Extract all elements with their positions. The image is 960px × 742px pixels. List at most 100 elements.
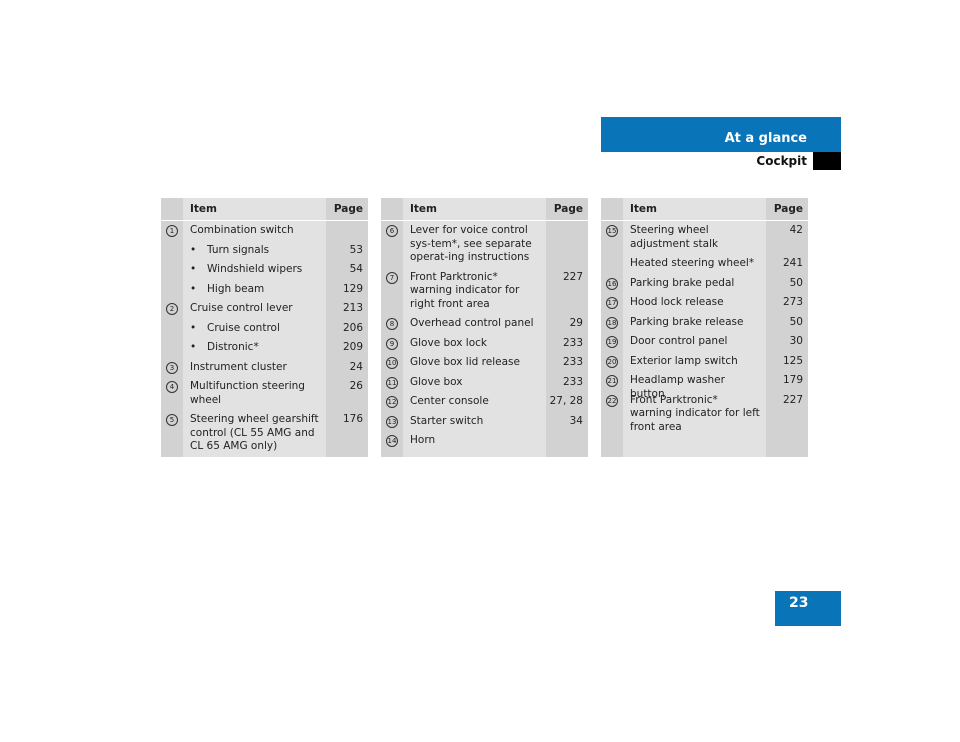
item-description: Glove box	[403, 373, 546, 393]
table-row: 4 Multifunction steering wheel 26	[161, 377, 368, 410]
cockpit-table-1: Item Page 1 Combination switch • Turn signa…	[161, 198, 368, 457]
table-rows: 15 Steering wheel adjustment stalk 42 Heate…	[601, 221, 808, 433]
section-header-bar: At a glance	[601, 117, 841, 152]
table-row: 19 Door control panel 30	[601, 332, 808, 352]
bullet-icon: •	[190, 321, 197, 334]
item-description: Steering wheel adjustment stalk	[623, 221, 766, 254]
table-row: • Windshield wipers 54	[161, 260, 368, 280]
page-number-box: 23	[775, 591, 841, 626]
item-number-cell: 16	[601, 274, 623, 294]
table-row: 6 Lever for voice control sys-tem*, see s…	[381, 221, 588, 268]
item-label: Glove box	[410, 375, 463, 388]
item-number-cell: 4	[161, 377, 183, 410]
item-number-cell: 14	[381, 431, 403, 451]
table-rows: 6 Lever for voice control sys-tem*, see s…	[381, 221, 588, 451]
item-label: Parking brake release	[630, 315, 744, 328]
circled-number-icon: 18	[606, 316, 618, 329]
item-label: Center console	[410, 395, 489, 407]
circled-number-icon: 21	[606, 375, 618, 387]
circled-number-icon: 19	[606, 336, 618, 348]
page-reference: 273	[782, 296, 803, 308]
item-description: Starter switch	[403, 412, 546, 432]
subsection-label: Cockpit	[756, 154, 807, 168]
page-reference: 50	[789, 315, 803, 328]
item-label: High beam	[207, 282, 265, 295]
item-number-cell: 2	[161, 299, 183, 319]
page-reference: 209	[342, 341, 363, 353]
table-row: 22 Front Parktronic* warning indicator fo…	[601, 391, 808, 433]
circled-number-icon: 1	[166, 225, 178, 237]
section-title: At a glance	[724, 131, 807, 146]
item-label: Cruise control lever	[190, 302, 293, 314]
cockpit-table-3: Item Page 15 Steering wheel adjustment st…	[601, 198, 808, 457]
page-column-header: Page	[773, 203, 803, 215]
item-number-cell: 18	[601, 313, 623, 333]
item-label: Multifunction steering wheel	[190, 380, 305, 406]
page-reference: 42	[789, 224, 803, 236]
item-label: Glove box lid release	[410, 356, 520, 368]
page-reference: 129	[342, 282, 363, 295]
item-number-cell	[161, 319, 183, 339]
subsection-title: Cockpit	[601, 152, 813, 170]
table-row: 14 Horn	[381, 431, 588, 451]
table-row: 1 Combination switch	[161, 221, 368, 241]
item-number-cell	[161, 241, 183, 261]
table-row: 5 Steering wheel gearshift control (CL 55…	[161, 410, 368, 457]
item-description: Parking brake release	[623, 313, 766, 333]
page-reference: 233	[562, 375, 583, 388]
item-number-cell: 22	[601, 391, 623, 424]
page-reference	[326, 221, 368, 241]
item-number-cell: 7	[381, 268, 403, 315]
subsection-marker	[813, 152, 841, 170]
item-label: Steering wheel gearshift control (CL 55 …	[190, 413, 319, 452]
item-description: Glove box lid release	[403, 353, 546, 373]
item-number-cell	[161, 260, 183, 280]
table-row: 13 Starter switch 34	[381, 412, 588, 432]
circled-number-icon: 5	[166, 414, 178, 426]
item-description: Combination switch	[183, 221, 326, 241]
item-description: Heated steering wheel*	[623, 254, 766, 274]
item-description: Lever for voice control sys-tem*, see se…	[403, 221, 546, 268]
item-number-cell: 6	[381, 221, 403, 268]
circled-number-icon: 12	[386, 396, 398, 408]
item-description: Door control panel	[623, 332, 766, 352]
circled-number-icon: 2	[166, 303, 178, 315]
item-number-cell: 12	[381, 392, 403, 412]
item-label: Front Parktronic* warning indicator for …	[630, 393, 760, 433]
page-reference: 176	[342, 413, 363, 425]
item-number-cell: 15	[601, 221, 623, 254]
item-number-cell: 20	[601, 352, 623, 372]
item-label: Glove box lock	[410, 336, 488, 349]
item-description: • Distronic*	[183, 338, 326, 358]
item-label: Starter switch	[410, 414, 484, 427]
item-description: Steering wheel gearshift control (CL 55 …	[183, 410, 326, 457]
item-number-cell	[161, 280, 183, 300]
page-reference	[546, 431, 588, 451]
item-label: Distronic*	[207, 341, 259, 353]
item-label: Windshield wipers	[207, 263, 303, 275]
item-label: Hood lock release	[630, 296, 724, 308]
item-column-header: Item	[630, 203, 657, 215]
circled-number-icon: 17	[606, 297, 618, 309]
bullet-icon: •	[190, 282, 197, 295]
item-description: Front Parktronic* warning indicator for …	[623, 391, 766, 433]
page-reference: 241	[782, 257, 803, 269]
table-row: 16 Parking brake pedal 50	[601, 274, 808, 294]
item-description: Overhead control panel	[403, 314, 546, 334]
page-reference: 34	[569, 414, 583, 427]
item-label: Lever for voice control sys-tem*, see se…	[410, 224, 532, 263]
page-reference: 27, 28	[549, 395, 583, 407]
table-row: 12 Center console 27, 28	[381, 392, 588, 412]
table-header: Item Page	[161, 198, 368, 221]
page-reference: 233	[562, 336, 583, 349]
page-reference: 206	[342, 321, 363, 334]
table-row: • High beam 129	[161, 280, 368, 300]
item-column-header: Item	[410, 203, 437, 215]
circled-number-icon: 7	[386, 271, 398, 284]
item-label: Overhead control panel	[410, 317, 534, 329]
item-description: • Turn signals	[183, 241, 326, 261]
page-reference: 26	[349, 380, 363, 392]
item-description: • Cruise control	[183, 319, 326, 339]
circled-number-icon: 8	[386, 318, 398, 330]
page-reference: 30	[789, 335, 803, 347]
